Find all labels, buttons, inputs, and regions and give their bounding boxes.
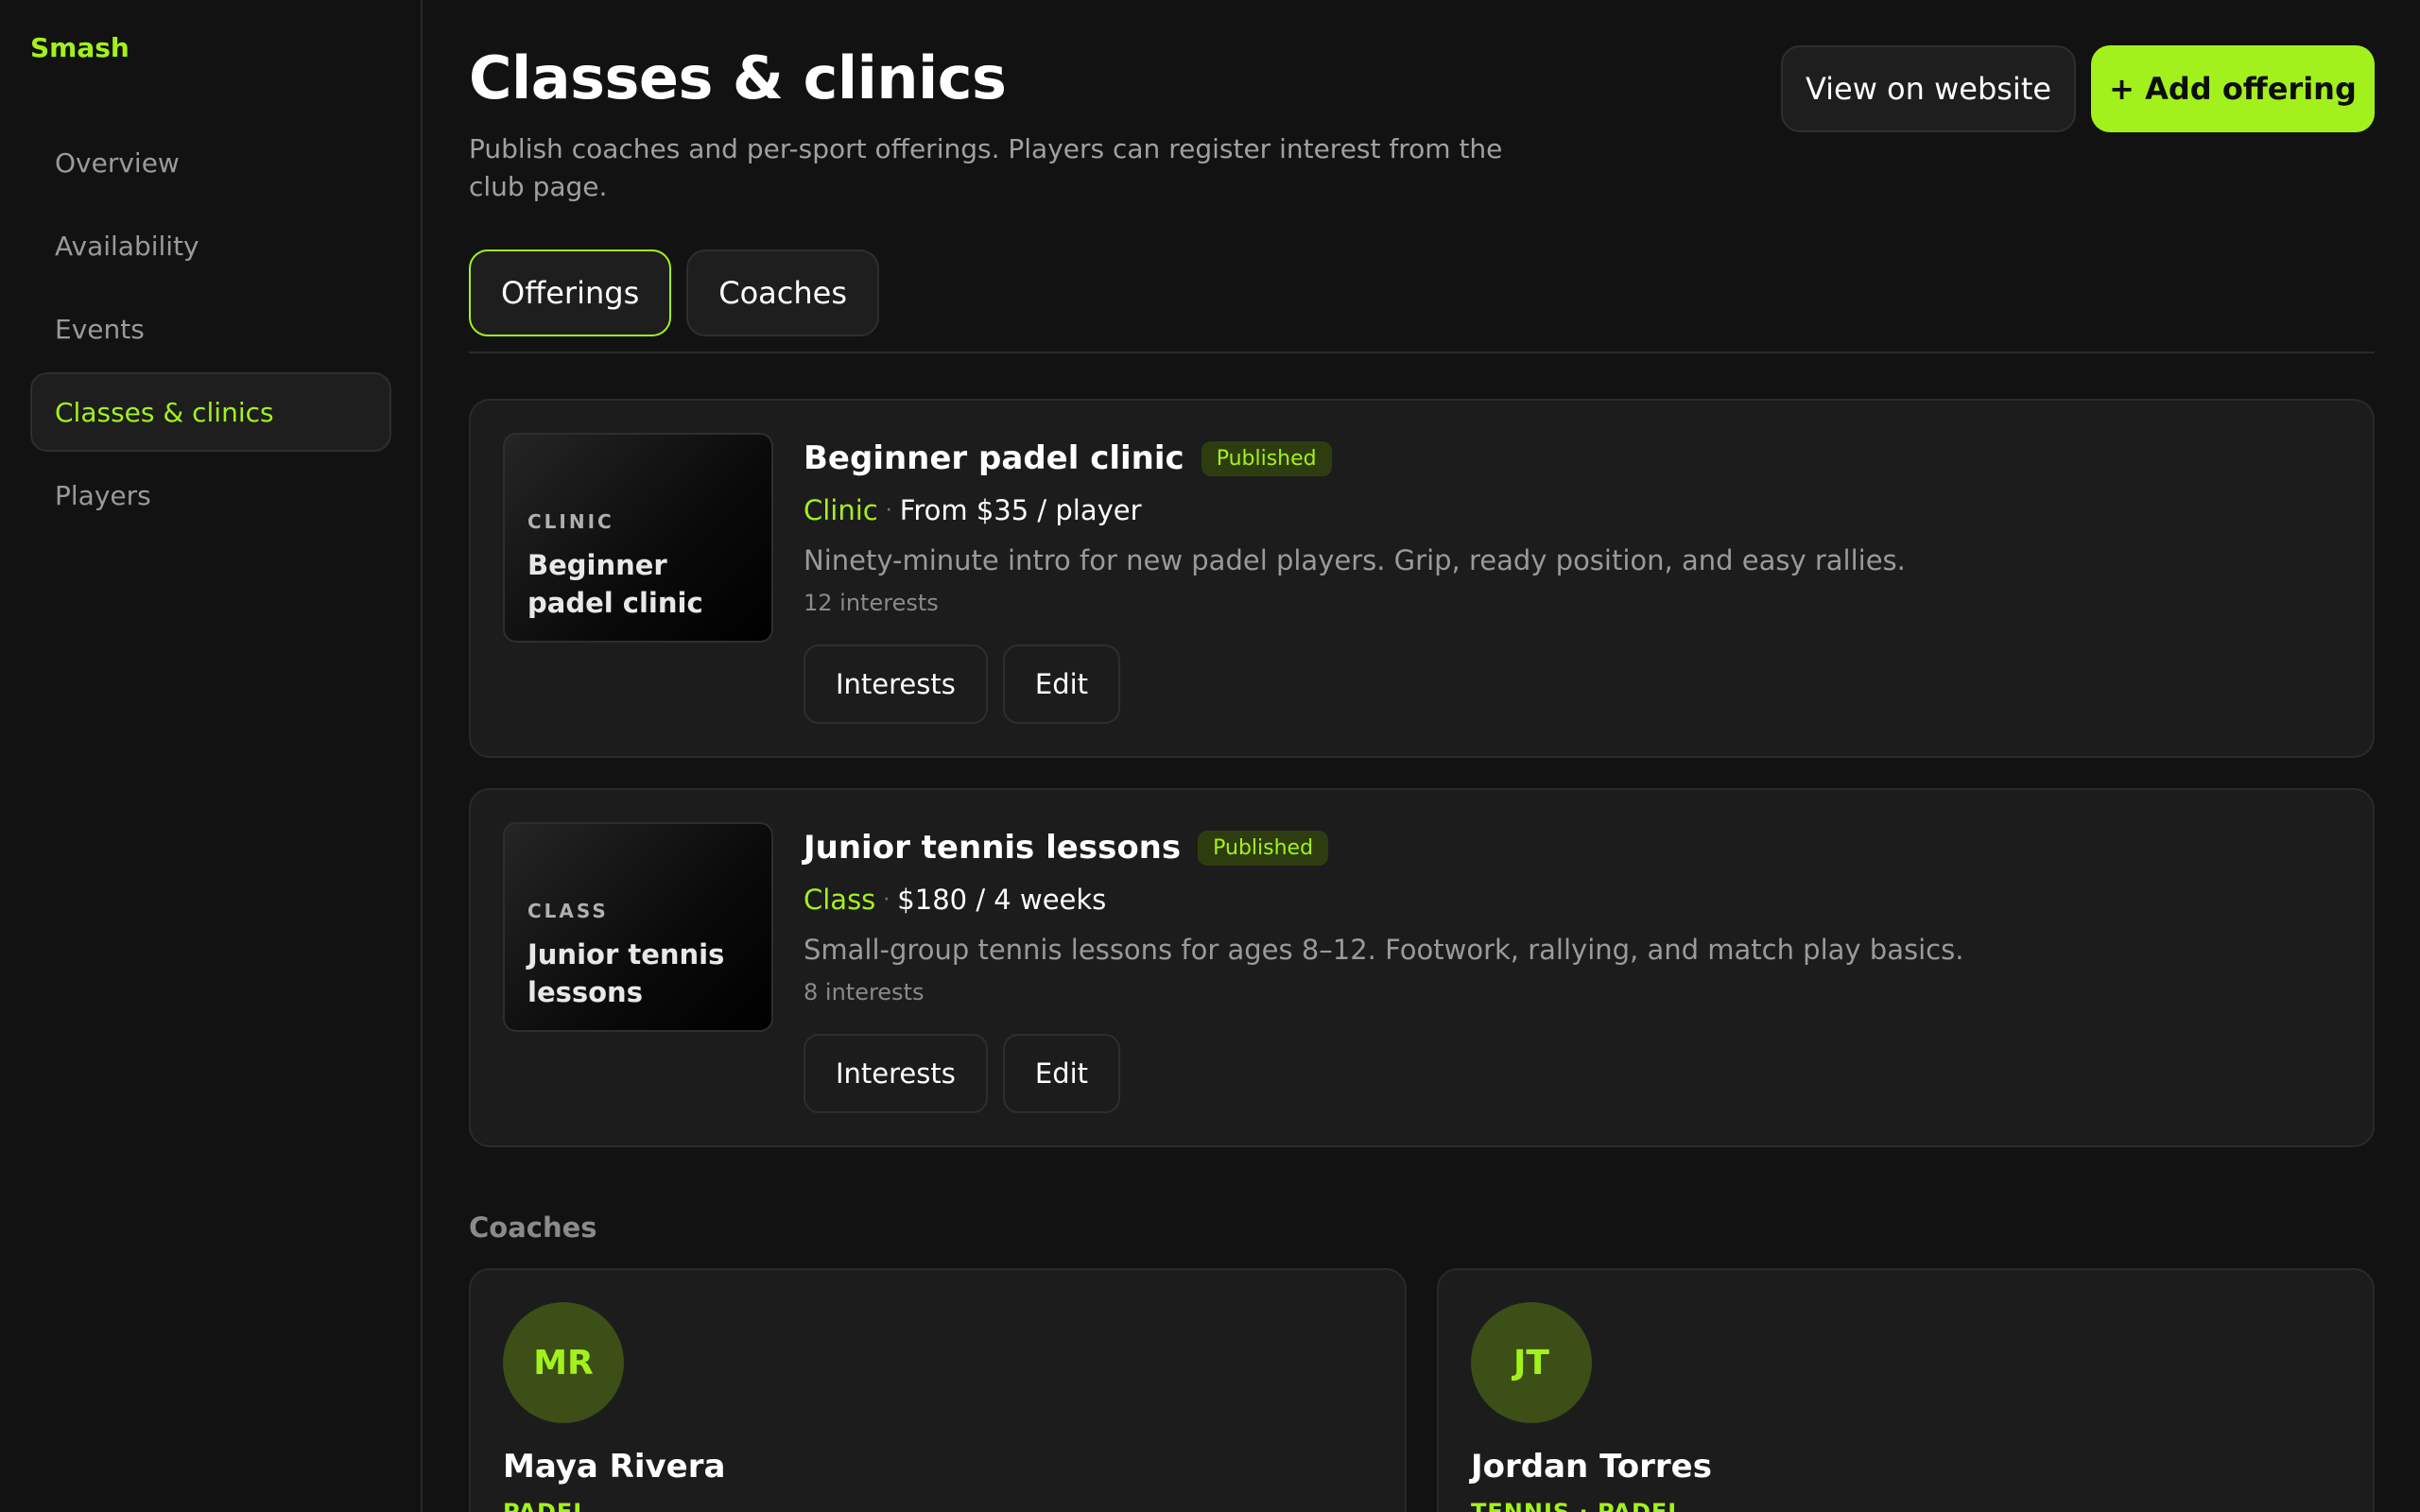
thumbnail-kind: CLINIC [527,510,614,533]
offering-info: Beginner padel clinic Published Clinic ·… [804,435,2335,724]
brand-logo[interactable]: Smash [30,32,130,63]
thumbnail-kind: CLASS [527,900,609,922]
offering-thumbnail: CLASS Junior tennis lessons [503,822,773,1032]
coach-card[interactable]: MR Maya Rivera PADEL [469,1268,1407,1512]
thumbnail-title: Junior tennis lessons [527,938,725,1008]
offering-title: Beginner padel clinic [804,439,1184,477]
page-subtitle: Publish coaches and per-sport offerings.… [469,133,1503,202]
sidebar-item-classes-clinics[interactable]: Classes & clinics [30,372,391,452]
edit-button[interactable]: Edit [1002,1034,1121,1113]
offering-description: Ninety-minute intro for new padel player… [804,544,1906,576]
offering-description: Small-group tennis lessons for ages 8–12… [804,934,1964,966]
offering-thumbnail: CLINIC Beginner padel clinic [503,433,773,643]
tab-offerings[interactable]: Offerings [469,249,672,336]
edit-button[interactable]: Edit [1002,644,1121,724]
avatar: JT [1471,1302,1592,1423]
status-badge: Published [1201,440,1332,476]
page-title: Classes & clinics [469,43,1007,112]
offering-card: CLASS Junior tennis lessons Junior tenni… [469,788,2375,1147]
offering-card: CLINIC Beginner padel clinic Beginner pa… [469,399,2375,758]
offering-meta: Class · $180 / 4 weeks [804,881,2335,919]
offering-kind: Clinic [804,494,878,526]
coach-sports: PADEL [503,1499,589,1512]
offering-title: Junior tennis lessons [804,829,1182,867]
tab-bar: Offerings Coaches [469,249,879,336]
view-on-website-button[interactable]: View on website [1781,45,2076,132]
coach-card[interactable]: JT Jordan Torres TENNIS · PADEL [1437,1268,2375,1512]
sidebar: Smash Overview Availability Events Class… [0,0,423,1512]
tab-coaches[interactable]: Coaches [686,249,879,336]
thumbnail-title: Beginner padel clinic [527,549,703,619]
interests-button[interactable]: Interests [804,1034,988,1113]
sidebar-item-events[interactable]: Events [30,289,391,369]
meta-separator: · [885,498,892,523]
offering-info: Junior tennis lessons Published Class · … [804,824,2335,1113]
coach-name: Jordan Torres [1471,1448,1712,1486]
interests-count: 12 interests [804,590,939,616]
main-content: Classes & clinics Publish coaches and pe… [469,0,2375,1512]
sidebar-item-players[interactable]: Players [30,455,391,535]
interests-count: 8 interests [804,979,925,1005]
add-offering-button[interactable]: + Add offering [2091,45,2375,132]
status-badge: Published [1198,830,1329,866]
meta-separator: · [883,887,890,912]
sidebar-nav: Overview Availability Events Classes & c… [30,123,391,539]
coaches-section-label: Coaches [469,1211,597,1244]
offering-meta: Clinic · From $35 / player [804,491,2335,529]
sidebar-item-availability[interactable]: Availability [30,206,391,285]
offering-price: From $35 / player [899,494,1142,526]
interests-button[interactable]: Interests [804,644,988,724]
sidebar-item-overview[interactable]: Overview [30,123,391,202]
coach-name: Maya Rivera [503,1448,726,1486]
coach-sports: TENNIS · PADEL [1471,1499,1684,1512]
avatar: MR [503,1302,624,1423]
tabs-divider [469,352,2375,353]
offering-price: $180 / 4 weeks [897,884,1107,916]
offering-kind: Class [804,884,876,916]
